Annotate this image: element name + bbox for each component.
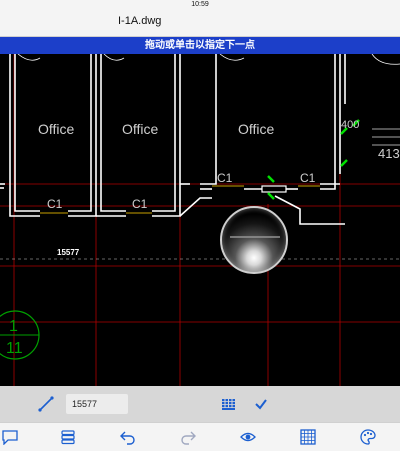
drawing-canvas[interactable]: Office Office Office C1 C1 C1 C1 413 400… — [0, 54, 400, 386]
room-label: Office — [122, 121, 159, 137]
room-label: Office — [238, 121, 275, 137]
grid-icon[interactable] — [300, 429, 316, 445]
dimension-label: 413 — [378, 146, 400, 161]
room-label: Office — [38, 121, 75, 137]
door-label: C1 — [300, 171, 316, 185]
length-input[interactable] — [66, 394, 128, 414]
grid-bubble-bottom: 11 — [6, 340, 23, 357]
cad-drawing[interactable]: Office Office Office C1 C1 C1 C1 413 400… — [0, 54, 400, 386]
status-bar: 10:59 — [0, 0, 400, 10]
clock: 10:59 — [191, 1, 209, 8]
file-title: I-1A.dwg — [118, 15, 162, 27]
dimension-label: 400 — [341, 119, 359, 131]
door-label: C1 — [217, 171, 233, 185]
bottom-toolbar — [0, 422, 400, 451]
title-bar: I-1A.dwg — [0, 10, 400, 37]
selected-window — [261, 185, 287, 193]
command-hint-bar: 拖动或单击以指定下一点 — [0, 37, 400, 54]
door-label: C1 — [132, 197, 148, 211]
undo-icon[interactable] — [120, 429, 136, 445]
grid-bubble-top: 1 — [9, 318, 18, 335]
line-tool-icon[interactable] — [38, 396, 54, 412]
layers-icon[interactable] — [60, 429, 76, 445]
magnifier-loupe[interactable] — [220, 206, 288, 274]
snap-markers — [267, 119, 360, 200]
door-arcs — [17, 54, 400, 65]
confirm-check-icon[interactable] — [254, 397, 268, 411]
comment-icon[interactable] — [2, 429, 18, 445]
magnifier-crosshair — [230, 236, 280, 238]
view-icon[interactable] — [240, 429, 256, 445]
keypad-grid-icon[interactable] — [222, 399, 235, 410]
palette-icon[interactable] — [360, 429, 376, 445]
door-label: C1 — [47, 197, 63, 211]
redo-icon[interactable] — [180, 429, 196, 445]
input-bar — [0, 386, 400, 422]
length-readout: 15577 — [57, 248, 80, 257]
command-hint: 拖动或单击以指定下一点 — [145, 40, 255, 51]
